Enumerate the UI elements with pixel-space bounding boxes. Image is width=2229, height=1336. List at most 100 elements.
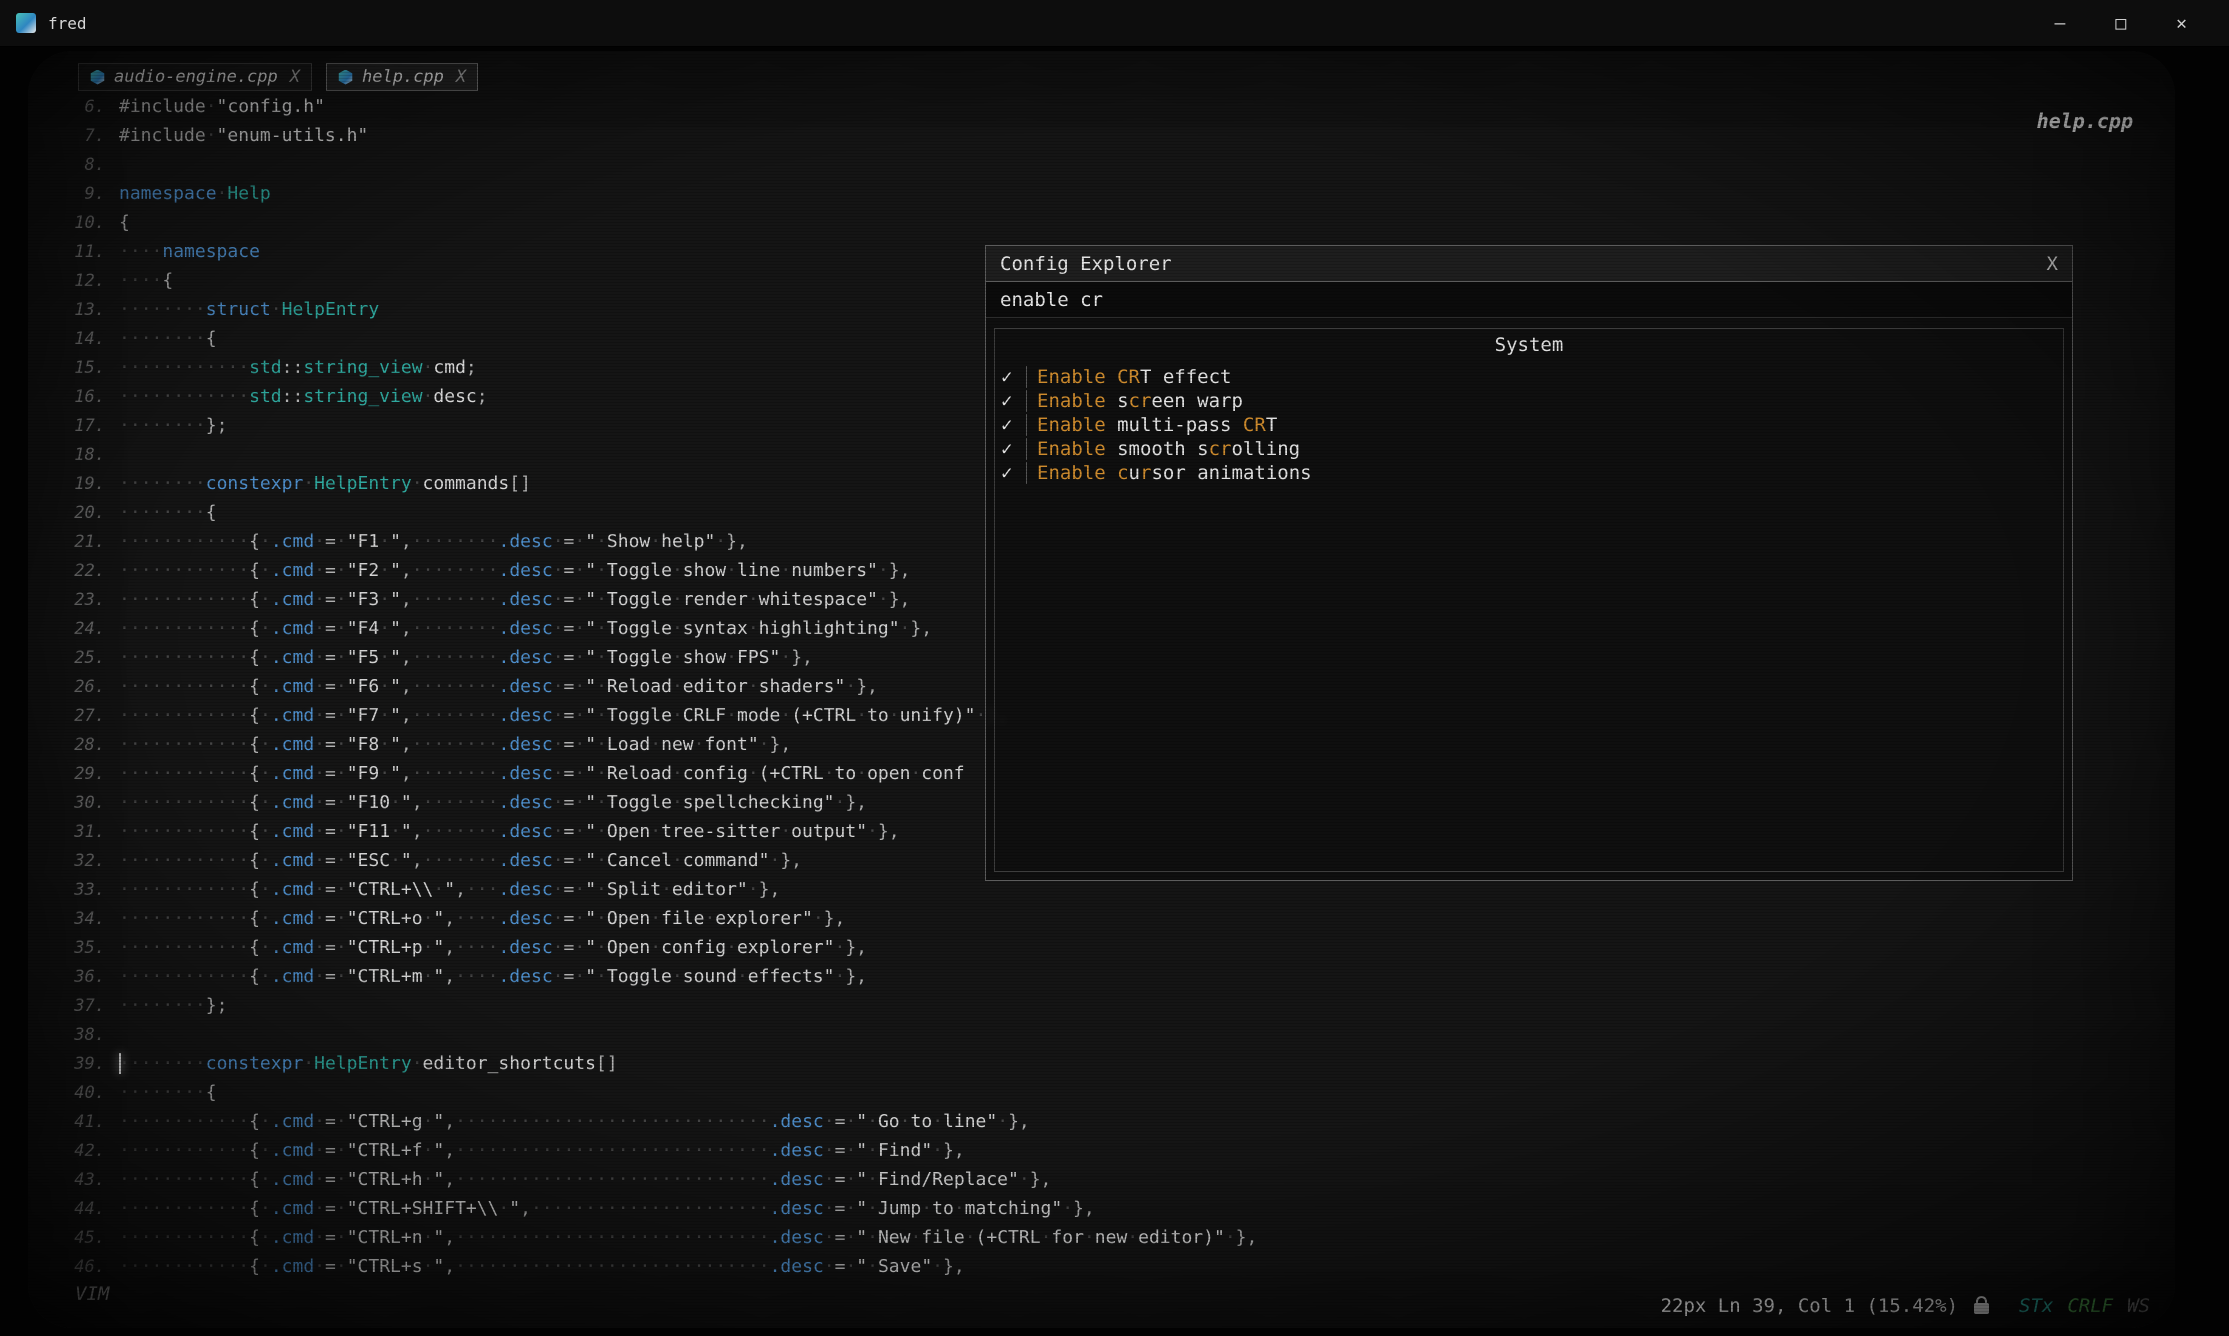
whitespace-dot: ·	[672, 1169, 683, 1190]
code-line[interactable]: 43.············{·.cmd·=·"CTRL+h·",······…	[55, 1165, 1257, 1194]
whitespace-dot: ·	[737, 1256, 748, 1277]
config-item[interactable]: ✓Enable smooth scrolling	[995, 437, 2063, 461]
whitespace-dot: ·	[162, 560, 173, 581]
close-button[interactable]: ✕	[2176, 13, 2187, 34]
config-close-icon[interactable]: X	[2047, 253, 2058, 275]
whitespace-dot: ·	[336, 1111, 347, 1132]
line-number: 43.	[55, 1170, 105, 1190]
whitespace-dot: ·	[227, 850, 238, 871]
line-number: 39.	[55, 1054, 105, 1074]
minimize-button[interactable]: —	[2054, 13, 2065, 34]
code-token: ············{·	[119, 531, 271, 552]
whitespace-dot: ·	[433, 676, 444, 697]
code-token: ,········	[401, 618, 499, 639]
config-item[interactable]: ✓Enable screen warp	[995, 389, 2063, 413]
checkbox-checked-icon[interactable]: ✓	[1001, 462, 1027, 484]
code-token: .desc	[499, 560, 553, 581]
code-text: #include·"enum-utils.h"	[119, 125, 368, 146]
code-token: ·},	[932, 1140, 965, 1161]
whitespace-dot: ·	[119, 473, 130, 494]
whitespace-dot: ·	[423, 589, 434, 610]
whitespace-dot: ·	[119, 995, 130, 1016]
config-item[interactable]: ✓Enable cursor animations	[995, 461, 2063, 485]
whitespace-dot: ·	[455, 792, 466, 813]
whitespace-dot: ·	[477, 618, 488, 639]
whitespace-dot: ·	[574, 821, 585, 842]
whitespace-dot: ·	[412, 647, 423, 668]
tab-help-cpp[interactable]: help.cpp X	[326, 63, 478, 91]
whitespace-dot: ·	[217, 1256, 228, 1277]
whitespace-dot: ·	[715, 1111, 726, 1132]
whitespace-dot: ·	[715, 1227, 726, 1248]
code-line[interactable]: 44.············{·.cmd·=·"CTRL+SHIFT+\\·"…	[55, 1194, 1257, 1223]
code-token: ········{	[119, 1082, 217, 1103]
whitespace-dot: ·	[531, 1140, 542, 1161]
whitespace-dot: ·	[509, 1256, 520, 1277]
whitespace-dot: ·	[162, 821, 173, 842]
code-line[interactable]: 6.#include·"config.h"	[55, 92, 1257, 121]
whitespace-dot: ·	[227, 1111, 238, 1132]
code-line[interactable]: 45.············{·.cmd·=·"CTRL+n·",······…	[55, 1223, 1257, 1252]
code-line[interactable]: 42.············{·.cmd·=·"CTRL+f·",······…	[55, 1136, 1257, 1165]
tab-close-icon[interactable]: X	[290, 67, 300, 87]
checkbox-checked-icon[interactable]: ✓	[1001, 390, 1027, 412]
tab-close-icon[interactable]: X	[456, 67, 466, 87]
config-item[interactable]: ✓Enable CRT effect	[995, 365, 2063, 389]
code-line[interactable]: 40.········{	[55, 1078, 1257, 1107]
code-line[interactable]: 9.namespace·Help	[55, 179, 1257, 208]
whitespace-dot: ·	[141, 792, 152, 813]
editor-viewport: audio-engine.cpp X help.cpp X help.cpp 6…	[28, 51, 2175, 1328]
lock-icon	[1974, 1303, 1989, 1314]
whitespace-dot: ·	[238, 850, 249, 871]
whitespace-dot: ·	[639, 1256, 650, 1277]
code-line[interactable]: 39.········constexpr·HelpEntry·editor_sh…	[55, 1049, 1257, 1078]
whitespace-dot: ·	[531, 1227, 542, 1248]
whitespace-dot: ·	[596, 1256, 607, 1277]
checkbox-checked-icon[interactable]: ✓	[1001, 366, 1027, 388]
whitespace-dot: ·	[672, 792, 683, 813]
whitespace-dot: ·	[726, 1140, 737, 1161]
code-line[interactable]: 34.············{·.cmd·=·"CTRL+o·",····.d…	[55, 904, 1257, 933]
code-line[interactable]: 35.············{·.cmd·=·"CTRL+p·",····.d…	[55, 933, 1257, 962]
whitespace-dot: ·	[119, 937, 130, 958]
config-item[interactable]: ✓Enable multi-pass CRT	[995, 413, 2063, 437]
whitespace-dot: ·	[206, 531, 217, 552]
code-token: .cmd	[271, 531, 314, 552]
match-highlight: CR	[1117, 366, 1140, 388]
code-token: ·=·	[314, 676, 347, 697]
whitespace-dot: ·	[607, 1111, 618, 1132]
code-line[interactable]: 10.{	[55, 208, 1257, 237]
tab-audio-engine-cpp[interactable]: audio-engine.cpp X	[78, 63, 312, 91]
code-line[interactable]: 8.	[55, 150, 1257, 179]
code-text: ········{	[119, 502, 217, 523]
whitespace-dot: ·	[433, 589, 444, 610]
whitespace-dot: ·	[498, 1111, 509, 1132]
whitespace-dot: ·	[585, 1198, 596, 1219]
whitespace-dot: ·	[336, 531, 347, 552]
whitespace-dot: ·	[217, 966, 228, 987]
whitespace-dot: ·	[314, 618, 325, 639]
code-line[interactable]: 38.	[55, 1020, 1257, 1049]
code-token: ·=·	[824, 1256, 857, 1277]
code-token: ·	[412, 473, 423, 494]
code-line[interactable]: 36.············{·.cmd·=·"CTRL+m·",····.d…	[55, 962, 1257, 991]
maximize-button[interactable]: □	[2115, 13, 2126, 34]
code-line[interactable]: 7.#include·"enum-utils.h"	[55, 121, 1257, 150]
code-token: ·=·	[553, 763, 586, 784]
whitespace-dot: ·	[423, 1169, 434, 1190]
code-line[interactable]: 41.············{·.cmd·=·"CTRL+g·",······…	[55, 1107, 1257, 1136]
whitespace-dot: ·	[130, 966, 141, 987]
code-text: ····namespace	[119, 241, 260, 262]
code-line[interactable]: 46.············{·.cmd·=·"CTRL+s·",······…	[55, 1252, 1257, 1281]
config-search-input[interactable]: enable cr	[986, 282, 2072, 318]
code-line[interactable]: 37.········};	[55, 991, 1257, 1020]
whitespace-dot: ·	[152, 879, 163, 900]
whitespace-dot: ·	[206, 792, 217, 813]
whitespace-dot: ·	[162, 995, 173, 1016]
whitespace-dot: ·	[596, 1111, 607, 1132]
whitespace-dot: ·	[260, 647, 271, 668]
whitespace-dot: ·	[564, 1227, 575, 1248]
whitespace-dot: ·	[195, 328, 206, 349]
checkbox-checked-icon[interactable]: ✓	[1001, 438, 1027, 460]
checkbox-checked-icon[interactable]: ✓	[1001, 414, 1027, 436]
